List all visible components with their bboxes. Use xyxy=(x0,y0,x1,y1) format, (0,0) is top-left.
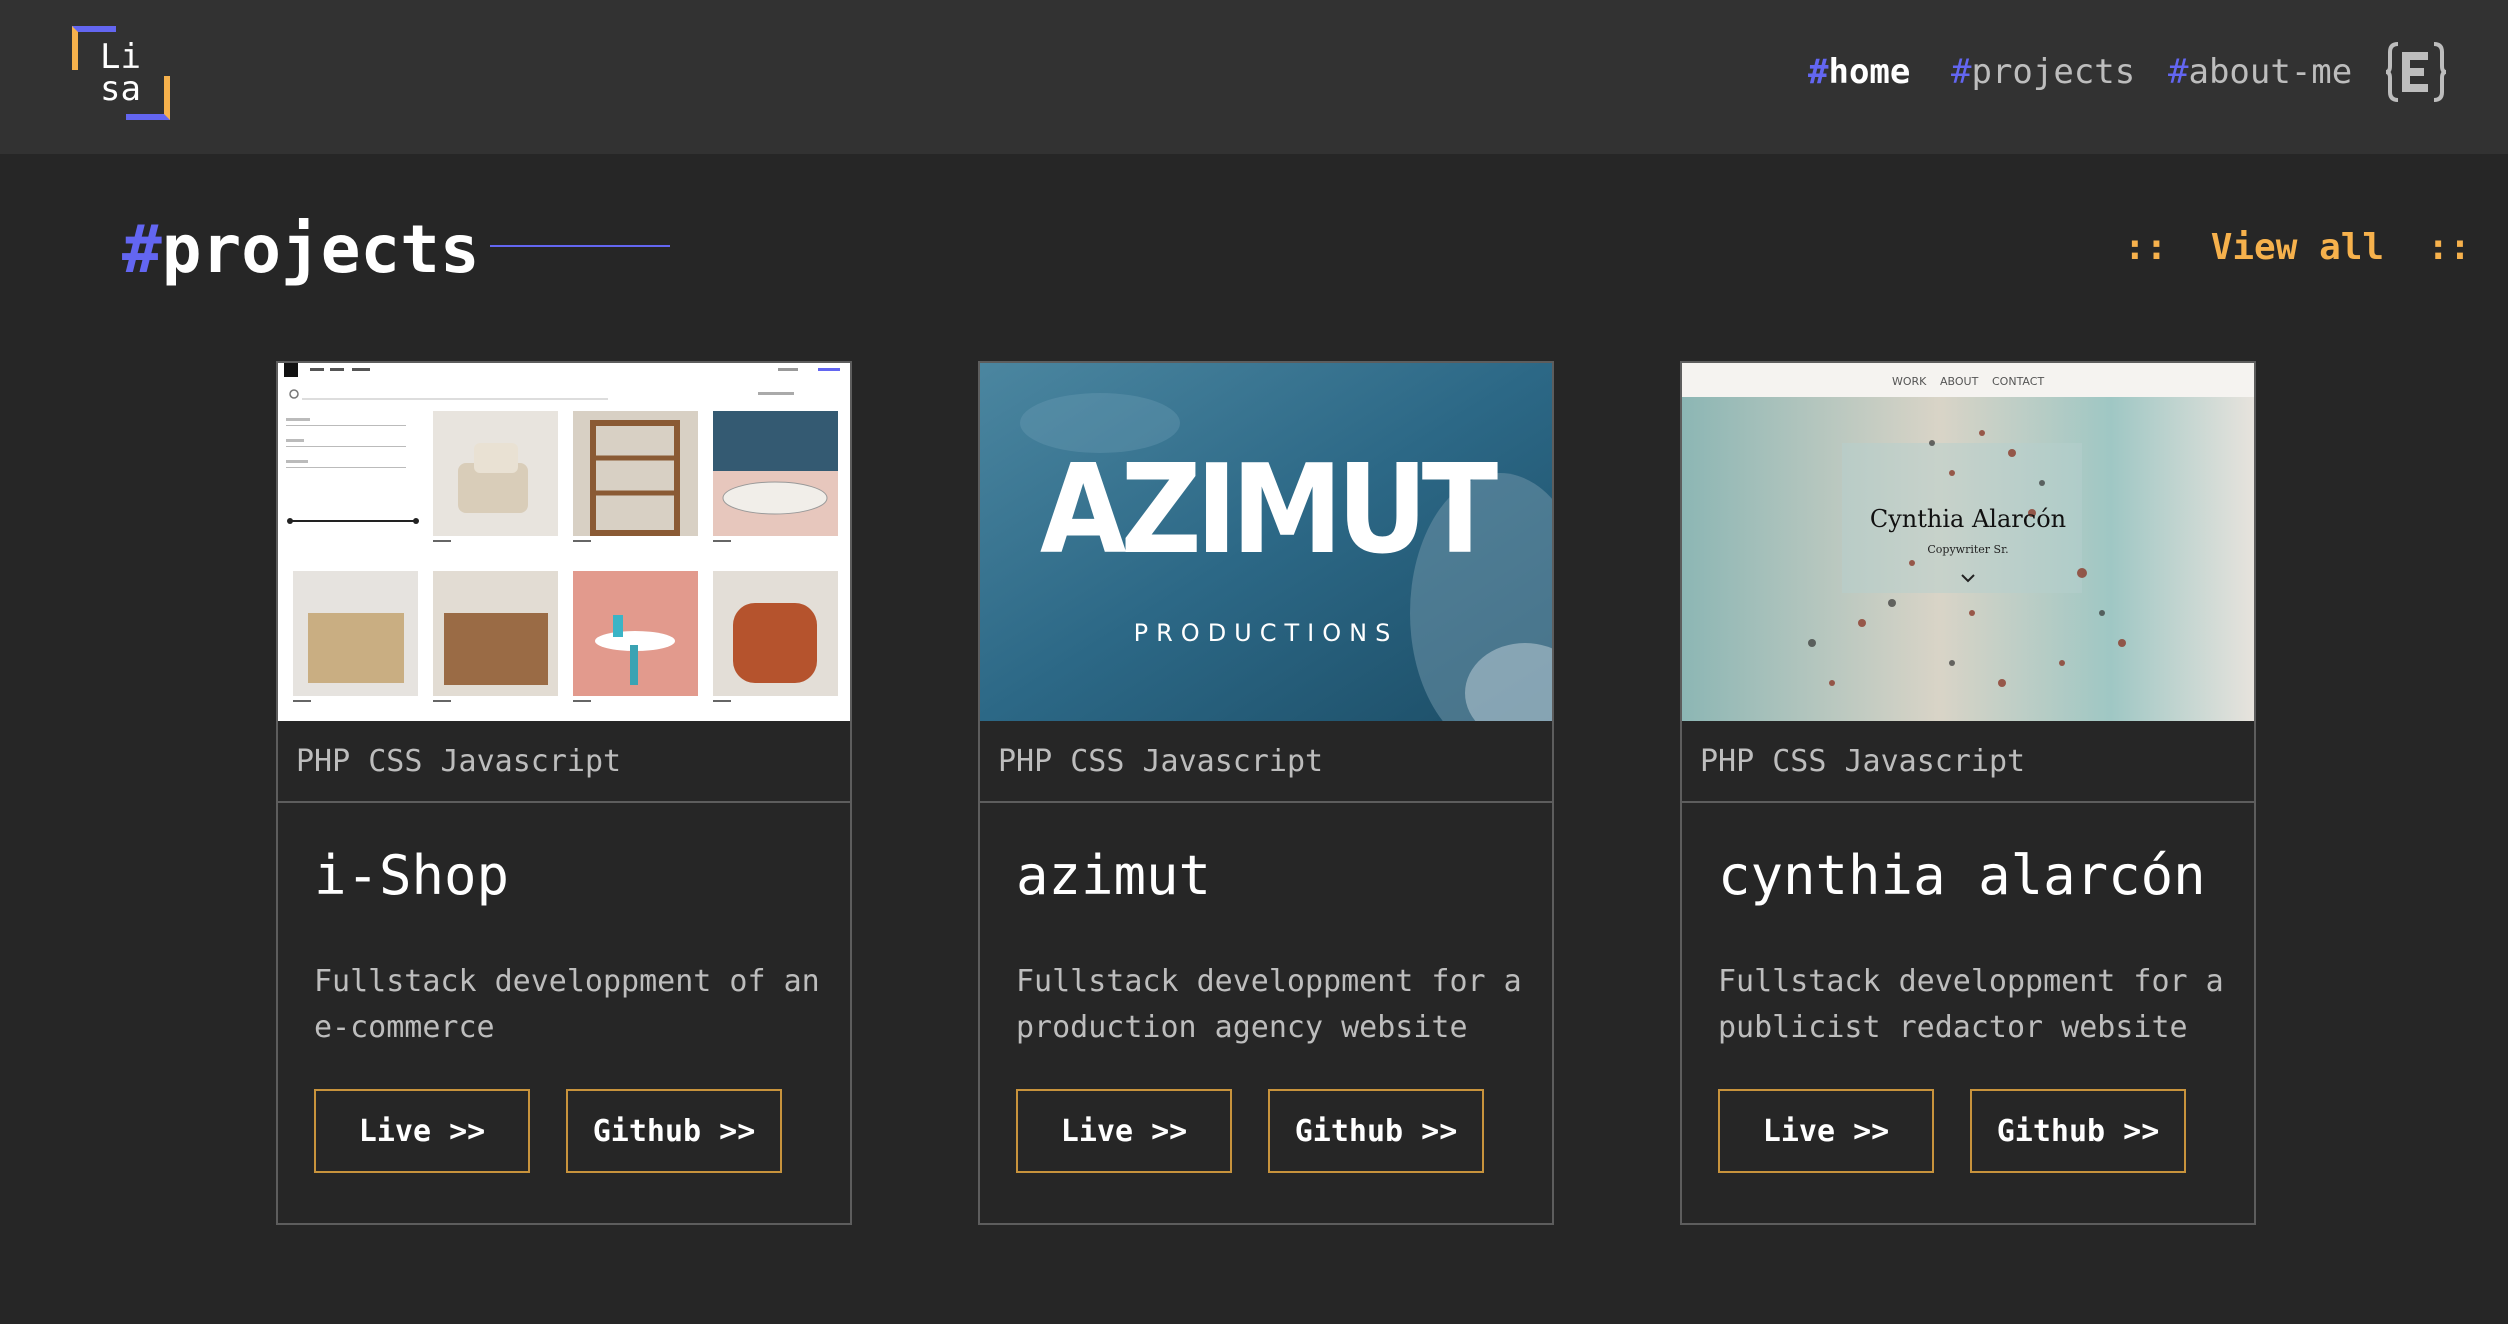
section-title: #projects xyxy=(122,210,480,290)
azimut-logo-text: AZIMUT xyxy=(1040,438,1498,581)
azimut-screenshot-image: AZIMUT PRODUCTIONS xyxy=(980,363,1552,721)
github-button[interactable]: Github >> xyxy=(1970,1089,2186,1173)
project-card-azimut: AZIMUT PRODUCTIONS PHP CSS Javascript az… xyxy=(978,361,1554,1225)
ishop-screenshot-image xyxy=(278,363,850,721)
thumb-subtitle: Copywriter Sr. xyxy=(1927,543,2008,556)
thumb-nav-contact: CONTACT xyxy=(1992,375,2044,388)
project-thumbnail[interactable]: WORK ABOUT CONTACT Cynthia Alarcón Copyw… xyxy=(1682,363,2254,721)
project-card-cynthia: WORK ABOUT CONTACT Cynthia Alarcón Copyw… xyxy=(1680,361,2256,1225)
nav-link-about-me[interactable]: #about-me xyxy=(2168,52,2352,92)
project-tags: PHP CSS Javascript xyxy=(1682,721,2254,803)
project-tags: PHP CSS Javascript xyxy=(278,721,850,803)
project-tags: PHP CSS Javascript xyxy=(980,721,1552,803)
nav-hash: # xyxy=(2168,52,2189,92)
section-divider xyxy=(490,245,670,247)
thumb-name: Cynthia Alarcón xyxy=(1870,505,2066,533)
azimut-logo-sub: PRODUCTIONS xyxy=(1134,619,1399,647)
live-button[interactable]: Live >> xyxy=(1016,1089,1232,1173)
project-title: azimut xyxy=(1016,844,1212,907)
project-thumbnail[interactable] xyxy=(278,363,850,721)
nav-hash: # xyxy=(1951,52,1972,92)
project-description: Fullstack developpment of an e-commerce xyxy=(314,964,820,1045)
thumb-nav-work: WORK xyxy=(1892,375,1927,388)
live-button[interactable]: Live >> xyxy=(1718,1089,1934,1173)
project-description: Fullstack developpment for a publicist r… xyxy=(1718,964,2224,1045)
logo[interactable]: Li sa xyxy=(72,26,170,120)
github-button[interactable]: Github >> xyxy=(566,1089,782,1173)
nav-hash: # xyxy=(1808,52,1829,92)
view-all-link[interactable]: :: View all :: xyxy=(2124,226,2471,270)
section-title-text: projects xyxy=(161,211,480,288)
thumb-nav-about: ABOUT xyxy=(1940,375,1979,388)
project-description: Fullstack developpment for a production … xyxy=(1016,964,1522,1045)
project-thumbnail[interactable]: AZIMUT PRODUCTIONS xyxy=(980,363,1552,721)
bracket-e-icon[interactable] xyxy=(2384,40,2448,104)
nav-label: about-me xyxy=(2188,52,2353,92)
nav-label: projects xyxy=(1971,52,2136,92)
site-header: Li sa #home #projects #about-me xyxy=(0,0,2508,154)
cynthia-screenshot-image: WORK ABOUT CONTACT Cynthia Alarcón Copyw… xyxy=(1682,363,2254,721)
project-card-ishop: PHP CSS Javascript i-Shop Fullstack deve… xyxy=(276,361,852,1225)
nav-link-projects[interactable]: #projects xyxy=(1951,52,2135,92)
logo-text-line2: sa xyxy=(100,69,141,109)
nav-link-home[interactable]: #home xyxy=(1808,52,1910,92)
project-title: cynthia alarcón xyxy=(1718,844,2206,907)
nav-label: home xyxy=(1828,52,1911,92)
project-title: i-Shop xyxy=(314,844,510,907)
live-button[interactable]: Live >> xyxy=(314,1089,530,1173)
github-button[interactable]: Github >> xyxy=(1268,1089,1484,1173)
section-hash: # xyxy=(122,211,162,288)
